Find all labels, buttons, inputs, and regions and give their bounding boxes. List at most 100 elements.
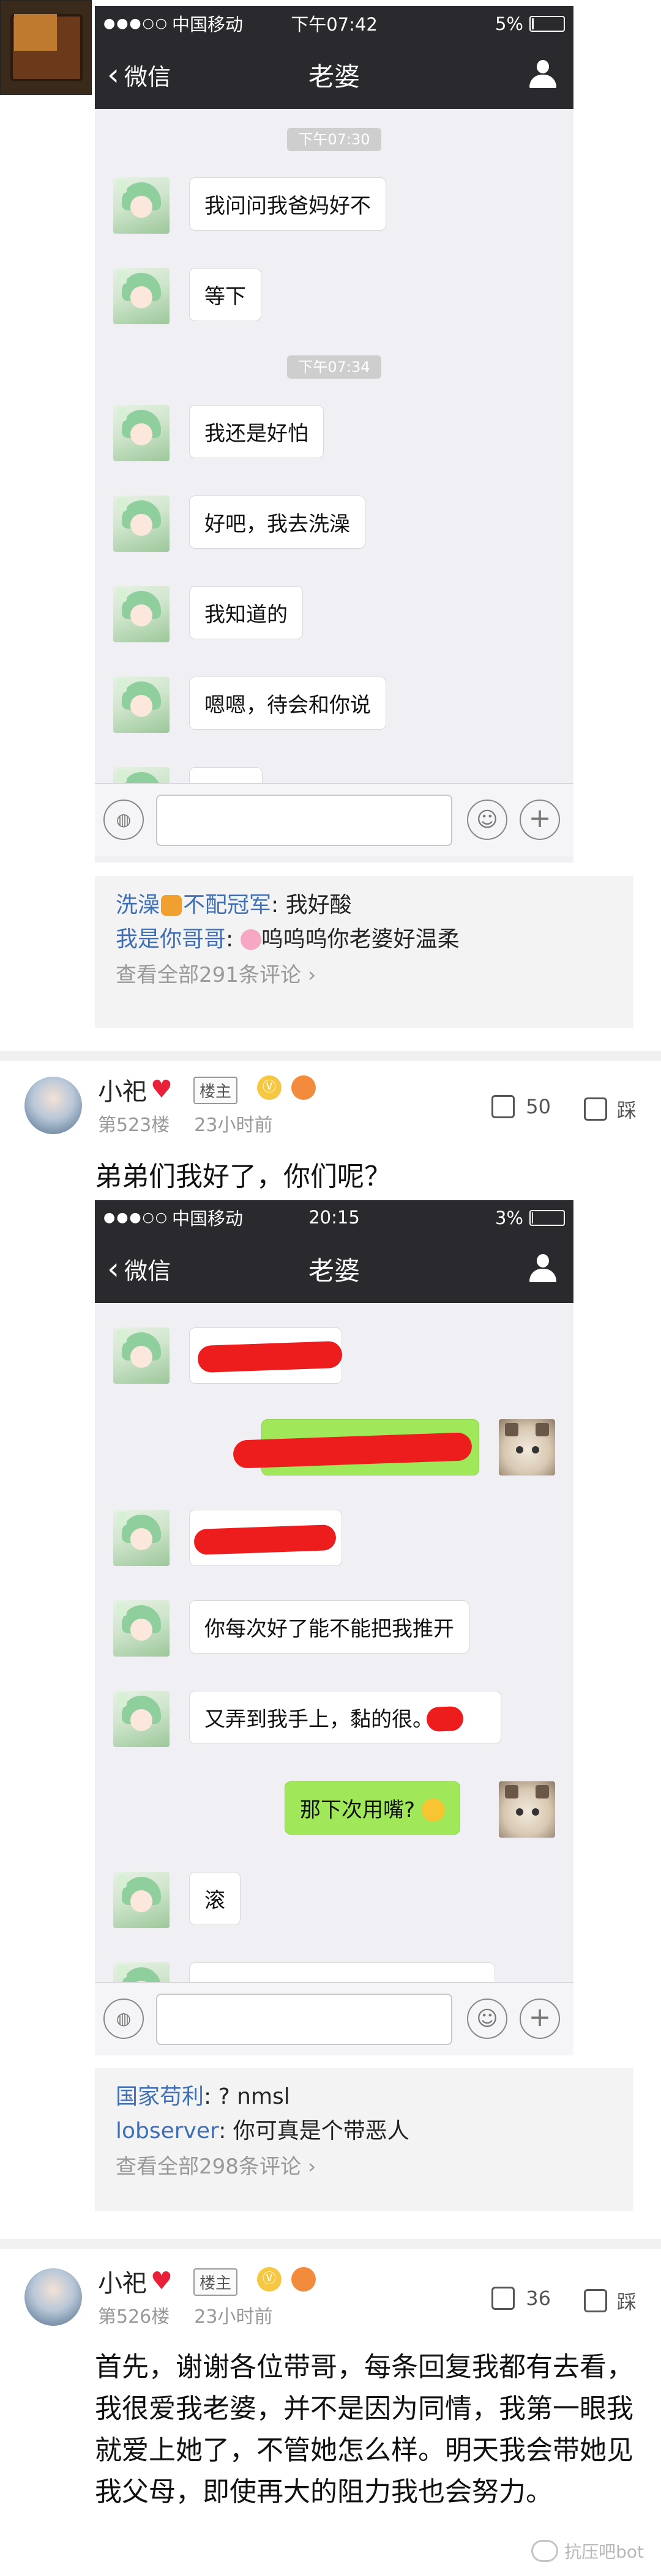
contact-profile-icon[interactable] (528, 60, 558, 89)
reply-item[interactable]: lobserver: 你可真是个带恶人 (116, 2114, 613, 2148)
plus-icon[interactable]: + (520, 1999, 560, 2039)
chat-input-bar: ◍ ☺ + (95, 783, 573, 856)
self-avatar[interactable] (499, 1419, 555, 1475)
heart-icon: ♥ (151, 2267, 173, 2295)
thumbs-up-icon (491, 2287, 515, 2310)
watermark: 抗压吧bot (531, 2539, 644, 2563)
message-bubble[interactable]: 我知道的 (189, 586, 303, 639)
section-divider (0, 1051, 661, 1061)
reply-item[interactable]: 国家苟利: ? nmsl (116, 2080, 613, 2114)
reply-preview: 洗澡 不配冠军: 我好酸 我是你哥哥: 呜呜呜你老婆好温柔 查看全部291条评论 … (95, 876, 633, 1028)
post-time: 23小时前 (194, 1115, 273, 1136)
redaction-scribble (197, 1340, 343, 1373)
flower-emoji-icon (240, 929, 261, 950)
chat-navbar: ‹ 微信 老婆 (95, 40, 573, 109)
contact-avatar[interactable] (113, 677, 170, 733)
reply-username[interactable]: 洗澡 不配冠军 (116, 893, 271, 918)
message-bubble[interactable]: 滚 (189, 1872, 241, 1925)
reply-text: 我好酸 (285, 893, 352, 918)
avatar-logo-mark (14, 14, 57, 51)
contact-avatar[interactable] (113, 1872, 170, 1928)
floor-number: 第523楼 (98, 1115, 170, 1136)
heart-icon: ♥ (151, 1075, 173, 1104)
message-bubble[interactable]: 我还是好怕 (189, 405, 324, 458)
voice-input-icon[interactable]: ◍ (103, 1999, 144, 2039)
contact-avatar[interactable] (113, 268, 170, 324)
reply-username[interactable]: 我是你哥哥 (116, 927, 226, 952)
back-button[interactable]: ‹ 微信 (107, 1252, 171, 1286)
message-bubble[interactable]: 嗯嗯，待会和你说 (189, 677, 386, 730)
post-body: 首先，谢谢各位带哥，每条回复我都有去看，我很爱我老婆，并不是因为同情，我第一眼我… (95, 2351, 633, 2507)
op-badge: 楼主 (193, 1077, 238, 1104)
grin-emoji-icon (421, 1798, 445, 1822)
plus-icon[interactable]: + (520, 800, 560, 840)
post-author[interactable]: 小祀 ♥ (98, 2263, 173, 2299)
timestamp: 下午07:34 (95, 355, 573, 379)
contact-avatar[interactable] (113, 586, 170, 642)
like-button[interactable]: 50 (491, 1095, 551, 1118)
battery-percent: 3% (495, 1208, 523, 1228)
reply-text: ? nmsl (218, 2084, 290, 2109)
thumbs-down-icon (583, 1097, 607, 1121)
voice-input-icon[interactable]: ◍ (103, 800, 144, 840)
op-badge: 楼主 (193, 2268, 238, 2296)
post-body: 弟弟们我好了，你们呢？ (95, 1161, 391, 1192)
message-bubble[interactable]: 等下 (189, 268, 261, 321)
reply-username[interactable]: 国家苟利 (116, 2084, 204, 2109)
back-button[interactable]: ‹ 微信 (107, 58, 171, 92)
chat-input-bar: ◍ ☺ + (95, 1982, 573, 2055)
message-bubble[interactable]: 那下次用嘴? (285, 1781, 460, 1835)
chat-area: 你每次好了能不能把我推开 又弄到我手上，黏的很。 那下次用嘴? 滚 (95, 1303, 573, 2019)
fire-badge-icon (291, 2267, 316, 2292)
poster-avatar[interactable] (0, 0, 92, 95)
status-bar: ●●●○○ 中国移动 20:15 3% (95, 1200, 573, 1234)
dislike-button[interactable]: 踩 (583, 1095, 637, 1123)
battery-fill (532, 1212, 534, 1223)
person-body (529, 1269, 556, 1282)
contact-avatar[interactable] (113, 1600, 170, 1657)
chat-navbar: ‹ 微信 老婆 (95, 1234, 573, 1303)
wechat-screenshot-1: ●●●○○ 中国移动 下午07:42 5% ‹ 微信 老婆 下午07:30 我问… (95, 6, 573, 863)
contact-avatar[interactable] (113, 1327, 170, 1384)
message-input[interactable] (156, 1994, 452, 2045)
battery-indicator: 5% (495, 13, 565, 34)
thumbs-down-icon (583, 2289, 607, 2312)
reply-username[interactable]: lobserver (116, 2118, 218, 2144)
post-meta: 第526楼 23小时前 (98, 2301, 272, 2328)
contact-avatar[interactable] (113, 1510, 170, 1566)
wechat-screenshot-2: ●●●○○ 中国移动 20:15 3% ‹ 微信 老婆 你每次好了能不能把我推开… (95, 1200, 573, 2055)
contact-profile-icon[interactable] (528, 1254, 558, 1283)
post-author[interactable]: 小祀 ♥ (98, 1072, 173, 1107)
redaction-scribble (193, 1524, 337, 1556)
emoji-icon[interactable]: ☺ (467, 1999, 507, 2039)
message-bubble[interactable]: 你每次好了能不能把我推开 (189, 1600, 469, 1654)
post-time: 23小时前 (194, 2306, 273, 2328)
reply-text: 你可真是个带恶人 (233, 2118, 409, 2144)
post-meta: 第523楼 23小时前 (98, 1110, 272, 1137)
message-input[interactable] (156, 795, 452, 846)
view-all-comments-link[interactable]: 查看全部291条评论 › (116, 957, 613, 993)
like-button[interactable]: 36 (491, 2287, 551, 2310)
thumbs-up-icon (491, 1095, 515, 1118)
status-bar: ●●●○○ 中国移动 下午07:42 5% (95, 6, 573, 40)
avatar[interactable] (24, 2268, 82, 2326)
contact-avatar[interactable] (113, 405, 170, 461)
message-bubble[interactable]: 我问问我爸妈好不 (189, 177, 386, 231)
battery-percent: 5% (495, 13, 523, 34)
person-body (529, 75, 556, 88)
emoji-icon[interactable]: ☺ (467, 800, 507, 840)
avatar[interactable] (24, 1077, 82, 1134)
section-divider (0, 2239, 661, 2249)
chevron-left-icon: ‹ (107, 57, 119, 92)
contact-avatar[interactable] (113, 177, 170, 234)
view-all-comments-link[interactable]: 查看全部298条评论 › (116, 2148, 613, 2185)
dislike-button[interactable]: 踩 (583, 2287, 637, 2315)
self-avatar[interactable] (499, 1781, 555, 1838)
reply-text: 呜呜呜你老婆好温柔 (261, 927, 460, 952)
contact-avatar[interactable] (113, 496, 170, 552)
reply-item[interactable]: 我是你哥哥: 呜呜呜你老婆好温柔 (116, 922, 613, 957)
reply-item[interactable]: 洗澡 不配冠军: 我好酸 (116, 888, 613, 922)
message-bubble[interactable]: 好吧，我去洗澡 (189, 496, 365, 549)
reply-preview: 国家苟利: ? nmsl lobserver: 你可真是个带恶人 查看全部298… (95, 2068, 633, 2211)
contact-avatar[interactable] (113, 1691, 170, 1747)
